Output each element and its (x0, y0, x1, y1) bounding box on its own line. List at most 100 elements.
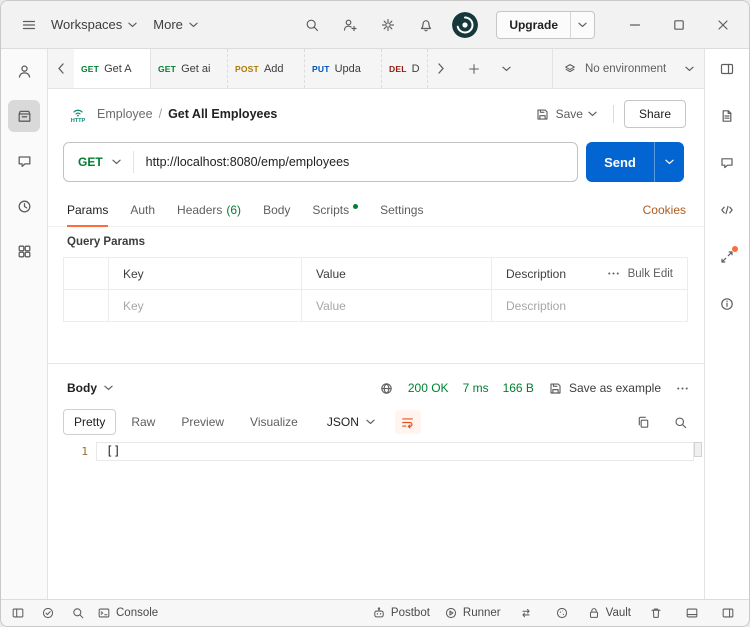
description-input[interactable] (506, 299, 673, 313)
tab-post-add[interactable]: POST Add (228, 49, 305, 88)
history-clock-icon[interactable] (8, 190, 40, 222)
apps-grid-icon[interactable] (8, 235, 40, 267)
response-more-icon[interactable] (675, 381, 690, 396)
new-tab-plus-icon[interactable] (460, 55, 488, 83)
view-tab-preview[interactable]: Preview (170, 409, 235, 435)
tab-method: DEL (389, 64, 407, 74)
person-icon[interactable] (8, 55, 40, 87)
key-input[interactable] (123, 299, 287, 313)
auth-label: Auth (130, 203, 155, 217)
breadcrumb: Employee / Get All Employees (97, 107, 277, 121)
network-globe-icon[interactable] (379, 381, 394, 396)
vault-button[interactable]: Vault (587, 606, 631, 620)
response-meta: 200 OK 7 ms 166 B Save as example (379, 381, 690, 396)
minimize-icon[interactable] (621, 11, 649, 39)
vault-label: Vault (606, 607, 631, 619)
breadcrumb-collection[interactable]: Employee (97, 107, 153, 121)
sidebar-toggle-icon[interactable] (7, 603, 29, 623)
tab-scripts[interactable]: Scripts (312, 194, 358, 226)
vault-lock-icon (587, 606, 601, 620)
request-subtabs: Params Auth Headers (6) Body Scripts Set… (48, 194, 704, 227)
response-header: Body 200 OK 7 ms 166 B Save as example (48, 372, 704, 404)
panel-right-icon[interactable] (717, 603, 739, 623)
save-as-example-button[interactable]: Save as example (548, 381, 661, 396)
response-body-editor[interactable]: 1 [] (48, 440, 704, 591)
send-button[interactable]: Send (586, 142, 654, 182)
tabs-back-icon[interactable] (48, 49, 74, 88)
upgrade-chevron-icon[interactable] (570, 12, 594, 38)
info-icon[interactable] (711, 288, 743, 320)
tab-body[interactable]: Body (263, 194, 290, 226)
settings-gear-icon[interactable] (374, 11, 402, 39)
hamburger-menu-icon[interactable] (15, 11, 43, 39)
value-input[interactable] (316, 299, 477, 313)
status-check-icon[interactable] (37, 603, 59, 623)
workspaces-menu[interactable]: Workspaces (43, 11, 145, 38)
response-splitter[interactable] (48, 363, 704, 364)
response-json-text: [] (106, 444, 120, 458)
upgrade-button[interactable]: Upgrade (496, 11, 595, 39)
http-request-icon: HTTP (67, 105, 89, 123)
panel-bottom-icon[interactable] (681, 603, 703, 623)
maximize-icon[interactable] (665, 11, 693, 39)
save-options-chevron-icon[interactable] (583, 102, 603, 126)
save-button[interactable]: Save (535, 107, 583, 122)
status-badge[interactable]: 200 OK (408, 381, 449, 395)
chat-bubble-icon[interactable] (8, 145, 40, 177)
postbot-button[interactable]: Postbot (372, 606, 430, 620)
comments-icon[interactable] (711, 147, 743, 179)
response-time[interactable]: 7 ms (463, 381, 489, 395)
tabs-forward-icon[interactable] (428, 49, 454, 88)
response-size[interactable]: 166 B (503, 381, 534, 395)
wrap-lines-icon[interactable] (395, 410, 421, 434)
more-menu[interactable]: More (145, 11, 206, 38)
tab-delete[interactable]: DEL D (382, 49, 428, 88)
method-dropdown[interactable]: GET (64, 155, 133, 169)
send-options-chevron-icon[interactable] (654, 142, 684, 182)
tab-options-chevron-icon[interactable] (492, 55, 520, 83)
search-response-icon[interactable] (673, 415, 688, 430)
topbar-actions: Upgrade (298, 11, 737, 39)
bulk-edit-button[interactable]: Bulk Edit (606, 266, 673, 281)
collections-icon[interactable] (8, 100, 40, 132)
view-tab-pretty[interactable]: Pretty (63, 409, 116, 435)
avatar[interactable] (452, 12, 478, 38)
share-button[interactable]: Share (624, 100, 686, 128)
scrollbar-thumb[interactable] (694, 442, 702, 457)
layout-columns-icon[interactable] (711, 53, 743, 85)
url-input[interactable] (146, 155, 577, 169)
tab-get-all[interactable]: GET Get A (74, 49, 151, 88)
documentation-icon[interactable] (711, 100, 743, 132)
find-icon[interactable] (67, 603, 89, 623)
search-icon[interactable] (298, 11, 326, 39)
invite-user-icon[interactable] (336, 11, 364, 39)
code-snippet-icon[interactable] (711, 194, 743, 226)
save-floppy-icon (548, 381, 563, 396)
request-title[interactable]: Get All Employees (168, 107, 277, 121)
tab-params[interactable]: Params (67, 194, 108, 226)
notifications-bell-icon[interactable] (412, 11, 440, 39)
copy-icon[interactable] (636, 415, 651, 430)
tab-headers[interactable]: Headers (6) (177, 194, 241, 226)
trash-icon[interactable] (645, 603, 667, 623)
view-tab-raw[interactable]: Raw (120, 409, 166, 435)
body-label: Body (263, 203, 290, 217)
response-body-dropdown[interactable]: Body (67, 381, 113, 395)
view-tab-visualize[interactable]: Visualize (239, 409, 309, 435)
tab-put-update[interactable]: PUT Upda (305, 49, 382, 88)
tab-auth[interactable]: Auth (130, 194, 155, 226)
language-dropdown[interactable]: JSON (319, 410, 383, 434)
expand-arrows-icon[interactable] (711, 241, 743, 273)
cookies-link[interactable]: Cookies (643, 203, 686, 217)
tab-get-single[interactable]: GET Get ai (151, 49, 228, 88)
description-cell (492, 290, 688, 322)
tab-settings[interactable]: Settings (380, 194, 423, 226)
environment-selector[interactable]: No environment (552, 49, 704, 88)
close-icon[interactable] (709, 11, 737, 39)
runner-button[interactable]: Runner (444, 606, 501, 620)
agent-swap-arrows-icon[interactable] (515, 603, 537, 623)
console-button[interactable]: Console (97, 606, 158, 620)
scripts-active-dot (353, 204, 358, 209)
response-view-tabs: Pretty Raw Preview Visualize (63, 409, 309, 435)
cookie-icon[interactable] (551, 603, 573, 623)
